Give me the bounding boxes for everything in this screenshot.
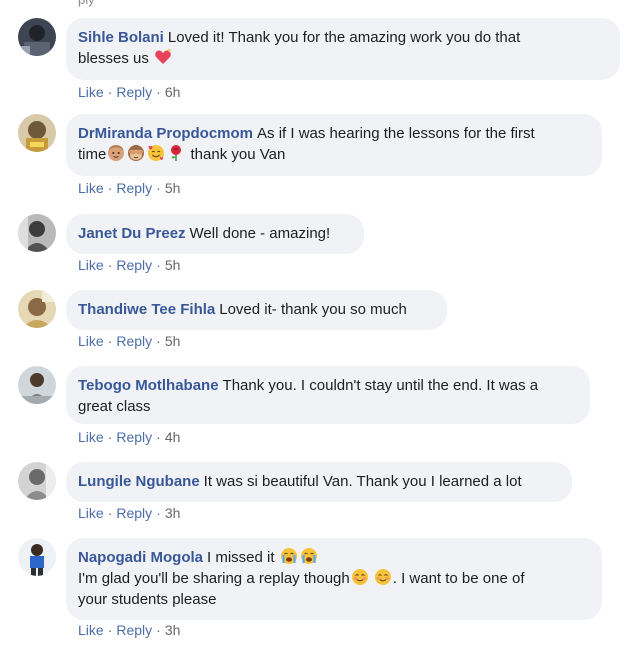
- reply-button[interactable]: Reply: [116, 429, 152, 445]
- like-button[interactable]: Like: [78, 429, 104, 445]
- reply-button[interactable]: Reply: [116, 257, 152, 273]
- avatar[interactable]: [18, 538, 56, 576]
- comment-text: It was si beautiful Van. Thank you I lea…: [203, 473, 522, 490]
- like-button[interactable]: Like: [78, 84, 104, 100]
- sparkling-heart-icon: [155, 48, 172, 64]
- comment-actions: Like · Reply · 5h: [78, 257, 181, 273]
- avatar[interactable]: [18, 18, 56, 56]
- comment-text: Loved it- thank you so much: [219, 301, 407, 318]
- like-button[interactable]: Like: [78, 622, 104, 638]
- crying-face-icon: [280, 548, 297, 564]
- smiling-face-with-hearts-icon: [148, 145, 165, 161]
- like-button[interactable]: Like: [78, 505, 104, 521]
- smiling-face-icon: [351, 569, 368, 585]
- comment-actions: Like · Reply · 5h: [78, 180, 181, 196]
- timestamp[interactable]: 5h: [165, 333, 181, 349]
- comment-actions: Like · Reply · 3h: [78, 505, 181, 521]
- comment-actions: Like · Reply · 4h: [78, 429, 181, 445]
- comment-text: your students please: [78, 591, 217, 608]
- comment-actions: Like · Reply · 6h: [78, 84, 181, 100]
- author-name[interactable]: Janet Du Preez: [78, 225, 186, 242]
- timestamp[interactable]: 5h: [165, 257, 181, 273]
- like-button[interactable]: Like: [78, 333, 104, 349]
- comment-bubble: Thandiwe Tee Fihla Loved it- thank you so…: [66, 290, 447, 330]
- avatar[interactable]: [18, 366, 56, 404]
- timestamp[interactable]: 3h: [165, 505, 181, 521]
- comment-bubble: Janet Du Preez Well done - amazing!: [66, 214, 364, 254]
- reply-button[interactable]: Reply: [116, 180, 152, 196]
- smiling-face-icon: [374, 569, 391, 585]
- comment-text: Loved it! Thank you for the amazing work…: [167, 29, 521, 46]
- like-button[interactable]: Like: [78, 180, 104, 196]
- avatar[interactable]: [18, 462, 56, 500]
- like-button[interactable]: Like: [78, 257, 104, 273]
- comment-bubble: Sihle Bolani Loved it! Thank you for the …: [66, 18, 620, 80]
- comment-text: blesses us: [78, 50, 149, 67]
- comment-bubble: Lungile Ngubane It was si beautiful Van. …: [66, 462, 572, 502]
- reply-button[interactable]: Reply: [116, 333, 152, 349]
- reply-button[interactable]: Reply: [116, 622, 152, 638]
- author-name[interactable]: Sihle Bolani: [78, 29, 164, 46]
- comment-actions: Like · Reply · 3h: [78, 622, 181, 638]
- author-name[interactable]: DrMiranda Propdocmom: [78, 125, 253, 142]
- comment-text: Thank you. I couldn't stay until the end…: [222, 377, 539, 394]
- comment-bubble: DrMiranda Propdocmom As if I was hearing …: [66, 114, 602, 176]
- author-name[interactable]: Tebogo Motlhabane: [78, 377, 219, 394]
- comment-actions: Like · Reply · 5h: [78, 333, 181, 349]
- reply-button[interactable]: Reply: [116, 505, 152, 521]
- comment-text: great class: [78, 398, 151, 415]
- comment-text: I missed it: [207, 549, 275, 566]
- author-name[interactable]: Napogadi Mogola: [78, 549, 203, 566]
- author-name[interactable]: Lungile Ngubane: [78, 473, 200, 490]
- timestamp[interactable]: 6h: [165, 84, 181, 100]
- avatar[interactable]: [18, 290, 56, 328]
- comment-bubble: Napogadi Mogola I missed it I'm glad you'…: [66, 538, 602, 620]
- rose-icon: [171, 145, 182, 161]
- timestamp[interactable]: 4h: [165, 429, 181, 445]
- previous-comment-fragment: ply: [78, 0, 95, 7]
- avatar[interactable]: [18, 114, 56, 152]
- reply-button[interactable]: Reply: [116, 84, 152, 100]
- comment-text: I'm glad you'll be sharing a replay thou…: [78, 570, 350, 587]
- person-icon: [108, 145, 125, 161]
- comment-text: thank you Van: [190, 146, 286, 163]
- crying-face-icon: [300, 548, 317, 564]
- author-name[interactable]: Thandiwe Tee Fihla: [78, 301, 215, 318]
- comment-text: . I want to be one of: [392, 570, 525, 587]
- see-no-evil-monkey-icon: [128, 145, 145, 161]
- comment-bubble: Tebogo Motlhabane Thank you. I couldn't s…: [66, 366, 590, 424]
- avatar[interactable]: [18, 214, 56, 252]
- comment-text: Well done - amazing!: [189, 225, 331, 242]
- comment-text: time: [78, 146, 107, 163]
- comment-text: As if I was hearing the lessons for the …: [257, 125, 535, 142]
- timestamp[interactable]: 3h: [165, 622, 181, 638]
- timestamp[interactable]: 5h: [165, 180, 181, 196]
